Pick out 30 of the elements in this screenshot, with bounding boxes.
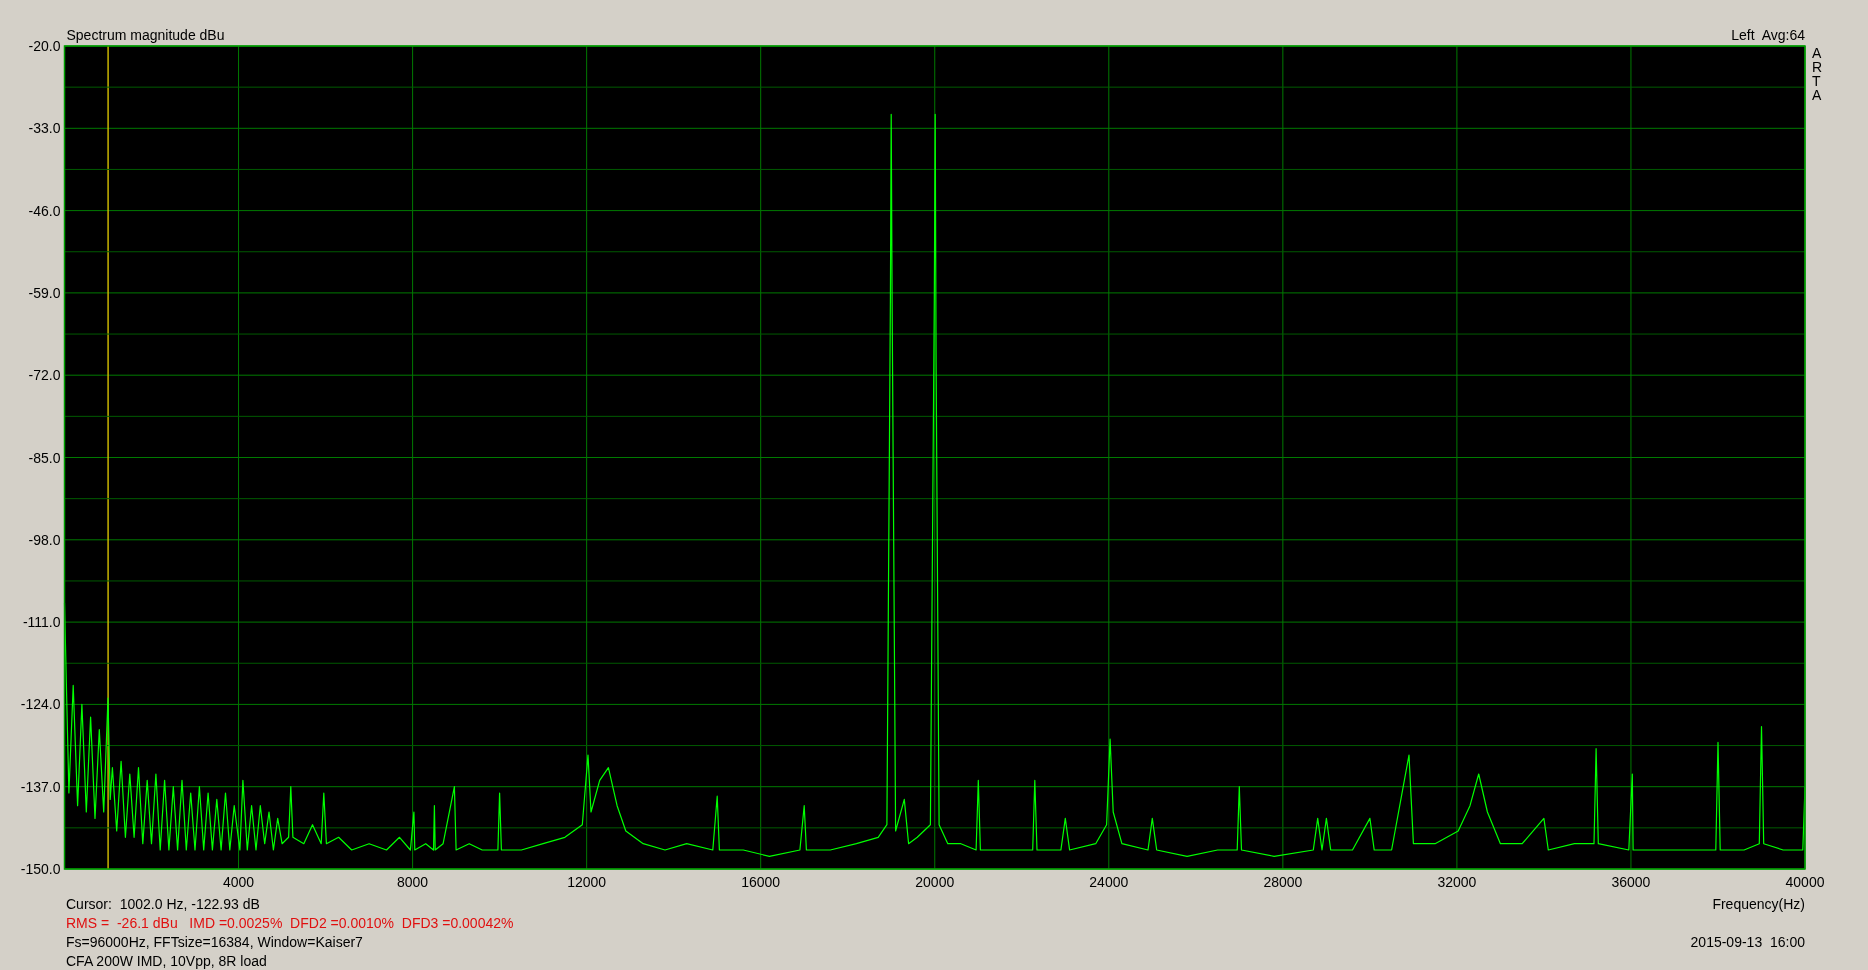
x-tick-label: 32000 [1437,874,1477,890]
x-tick-label: 40000 [1785,874,1825,890]
x-tick-label: 12000 [567,874,607,890]
y-tick-label: -72.0 [28,367,61,384]
x-tick-label: 24000 [1089,874,1129,890]
y-tick-label: -111.0 [22,614,61,631]
y-tick-label: -33.0 [28,120,61,137]
x-tick-label: 8000 [397,874,429,890]
chart-title: Spectrum magnitude dBu [66,27,225,43]
readout-text: Fs=96000Hz, FFTsize=16384, Window=Kaiser7 [66,933,364,952]
x-tick-label: 16000 [741,874,781,890]
x-tick-label: 28000 [1263,874,1303,890]
y-tick-label: -98.0 [28,531,61,548]
y-tick-label: -85.0 [28,449,61,466]
readout-text: Cursor: 1002.0 Hz, -122.93 dB [66,895,261,914]
y-tick-label: -150.0 [20,861,61,877]
y-tick-label: -59.0 [28,284,61,301]
y-tick-label: -124.0 [20,696,61,713]
channel-label: Left Avg:64 [1731,27,1805,43]
x-tick-label: 20000 [915,874,955,890]
measurement-summary: RMS = -26.1 dBu IMD =0.0025% DFD2 =0.0010% DFD3 =0.00042% [66,914,514,933]
y-tick-label: -137.0 [20,778,61,795]
y-tick-label: -20.0 [28,38,61,54]
x-tick-label: 4000 [222,874,255,890]
x-tick-label: 36000 [1611,874,1651,890]
readout-text: CFA 200W IMD, 10Vpp, 8R load [66,952,268,970]
timestamp: 2015-09-13 16:00 [1690,933,1805,952]
y-tick-label: -46.0 [28,202,61,219]
arta-logo: ARTA [1812,45,1823,103]
x-axis-label: Frequency(Hz) [1711,895,1805,914]
